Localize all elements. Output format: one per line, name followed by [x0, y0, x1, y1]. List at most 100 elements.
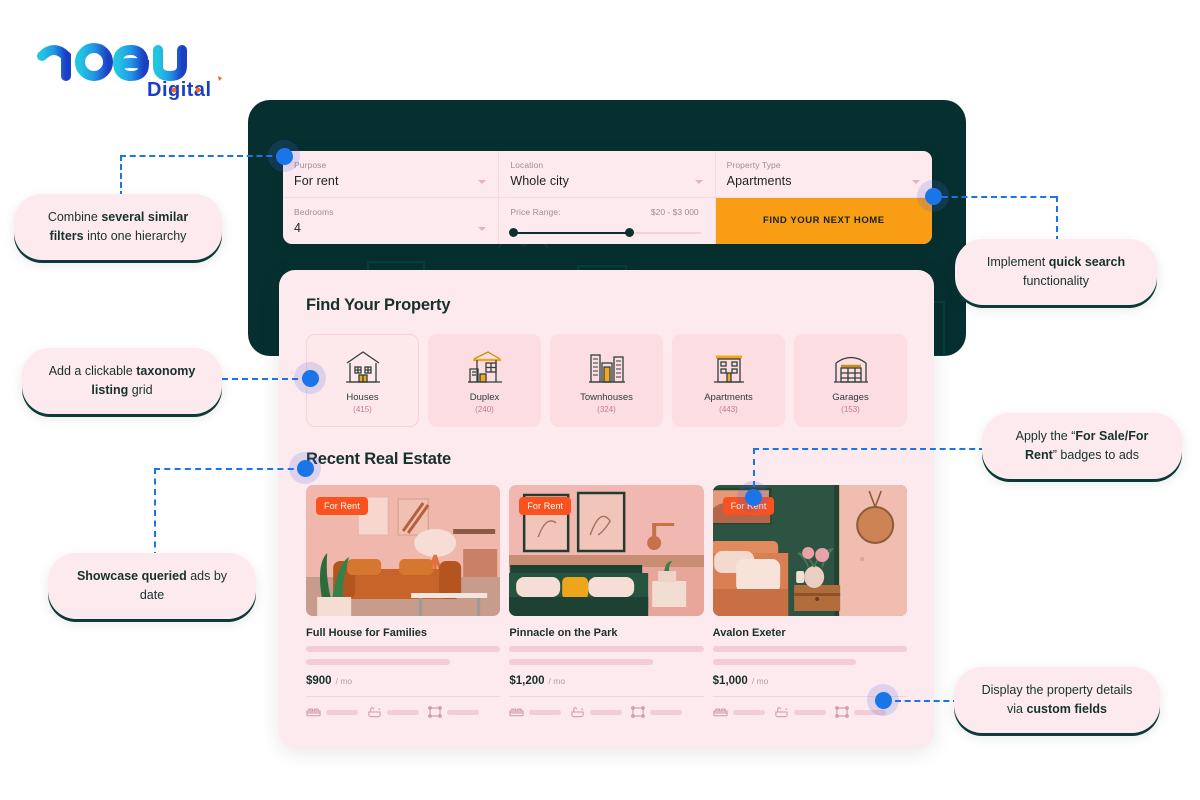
find-next-home-button[interactable]: FIND YOUR NEXT HOME	[715, 197, 932, 244]
filter-purpose-value: For rent	[294, 174, 339, 188]
connector-line	[895, 700, 959, 702]
listing-price: $1,000	[712, 675, 748, 687]
taxonomy-card-duplex[interactable]: Duplex (240)	[428, 334, 541, 427]
taxonomy-label: Townhouses	[580, 392, 633, 403]
chevron-down-icon[interactable]	[478, 179, 487, 184]
connector-line	[154, 468, 304, 470]
taxonomy-label: Garages	[832, 392, 869, 403]
meta-value-bar	[650, 709, 683, 715]
find-your-property-title: Find Your Property	[306, 296, 451, 314]
callout-anchor-filters	[268, 140, 300, 172]
listing-card[interactable]: For Rent Pinnacle on the Park $1,200 / m…	[509, 485, 704, 718]
filter-bedrooms[interactable]: Bedrooms 4	[283, 197, 500, 244]
listing-title: Pinnacle on the Park	[509, 627, 618, 639]
meta-value-bar	[447, 709, 479, 715]
taxonomy-label: Apartments	[704, 392, 753, 403]
filter-property-type-label: Property Type	[726, 160, 781, 170]
meta-value-bar	[326, 709, 358, 715]
taxonomy-count: (324)	[597, 405, 616, 414]
area-icon	[631, 706, 646, 718]
house-icon	[344, 347, 382, 385]
listing-price: $1,200	[509, 675, 545, 687]
callout-text-bold: quick search	[1048, 255, 1126, 269]
area-icon	[428, 706, 442, 718]
callout-anchor-taxonomy	[294, 362, 326, 394]
listing-meta	[509, 706, 703, 718]
callout-text-post: grid	[128, 383, 153, 397]
listing-title: Avalon Exeter	[712, 627, 786, 639]
meta-value-bar	[793, 709, 826, 715]
connector-line	[753, 448, 985, 450]
meta-value-bar	[529, 709, 562, 715]
taxonomy-label: Houses	[346, 392, 379, 403]
divider	[306, 696, 501, 697]
taxonomy-card-townhouses[interactable]: Townhouses (324)	[550, 334, 663, 427]
filter-property-type[interactable]: Property Type Apartments	[715, 151, 932, 198]
connector-line	[1056, 196, 1058, 242]
callout-custom-fields: Display the property details via custom …	[954, 667, 1160, 733]
listing-desc-line	[712, 646, 907, 652]
slider-handle-min[interactable]	[509, 227, 519, 237]
listing-desc-line	[509, 659, 654, 665]
callout-text-pre: Add a clickable	[48, 364, 137, 378]
bed-icon	[713, 708, 728, 717]
listing-desc-line	[306, 659, 450, 665]
listing-desc-line	[509, 646, 704, 652]
recent-real-estate-title: Recent Real Estate	[306, 450, 451, 468]
filter-location[interactable]: Location Whole city	[499, 151, 716, 198]
callout-text-post: functionality	[1022, 274, 1089, 288]
brand-logo: Digital	[32, 24, 222, 104]
taxonomy-card-garages[interactable]: Garages (153)	[794, 334, 907, 427]
bath-icon	[775, 707, 788, 718]
garage-icon	[832, 347, 870, 385]
callout-text-pre: Combine	[47, 210, 102, 224]
price-range-slider[interactable]	[509, 227, 701, 238]
svg-text:Digital: Digital	[147, 79, 212, 101]
price-range-value: $20 - $3 000	[650, 206, 699, 217]
listing-card[interactable]: For Rent Avalon Exeter $1,000 / mo	[712, 485, 907, 718]
listing-photo[interactable]: For Rent	[306, 485, 501, 616]
callout-text-pre: Implement	[986, 255, 1049, 269]
slider-handle-max[interactable]	[625, 227, 635, 237]
connector-line	[120, 155, 122, 197]
filter-location-value: Whole city	[510, 174, 569, 188]
duplex-icon	[466, 347, 504, 385]
chevron-down-icon[interactable]	[694, 179, 703, 184]
divider	[509, 696, 704, 697]
filter-purpose-label: Purpose	[294, 160, 327, 170]
taxonomy-count: (153)	[841, 405, 860, 414]
taxonomy-listing-grid: Houses (415) Duplex (240) Townhouses (32…	[306, 334, 907, 427]
listing-title: Full House for Families	[306, 627, 428, 639]
chevron-down-icon[interactable]	[911, 179, 920, 184]
callout-text-pre: Apply the “	[1015, 429, 1076, 443]
taxonomy-count: (415)	[353, 405, 372, 414]
callout-anchor-search	[917, 180, 949, 212]
listing-card[interactable]: For Rent Full House for Families $900 / …	[306, 485, 501, 718]
filter-bedrooms-value: 4	[294, 220, 302, 235]
taxonomy-count: (240)	[475, 405, 494, 414]
connector-line	[154, 468, 156, 558]
meta-value-bar	[732, 709, 765, 715]
callout-filters: Combine several similar filters into one…	[14, 194, 222, 260]
taxonomy-card-apartments[interactable]: Apartments (443)	[672, 334, 785, 427]
callout-text-post: into one hierarchy	[83, 229, 187, 243]
callout-anchor-badges	[737, 481, 769, 513]
area-icon	[834, 706, 849, 718]
bath-icon	[571, 707, 584, 718]
listing-photo[interactable]: For Rent	[509, 485, 704, 616]
filter-purpose[interactable]: Purpose For rent	[283, 151, 500, 198]
apartment-icon	[710, 347, 748, 385]
callout-anchor-details	[867, 684, 899, 716]
filter-location-label: Location	[510, 160, 544, 170]
callout-text-bold: Showcase queried	[76, 569, 187, 583]
filter-price-range[interactable]: Price Range: $20 - $3 000	[499, 197, 716, 244]
chevron-down-icon[interactable]	[478, 227, 487, 231]
callout-quick-search: Implement quick search functionality	[955, 239, 1157, 305]
status-badge: For Rent	[519, 497, 572, 515]
callout-text-bold: custom fields	[1026, 702, 1108, 716]
listing-meta	[306, 706, 500, 718]
listing-price-unit: / mo	[751, 676, 769, 686]
meta-value-bar	[590, 709, 623, 715]
connector-line	[932, 196, 1056, 198]
listing-desc-line	[712, 659, 857, 665]
